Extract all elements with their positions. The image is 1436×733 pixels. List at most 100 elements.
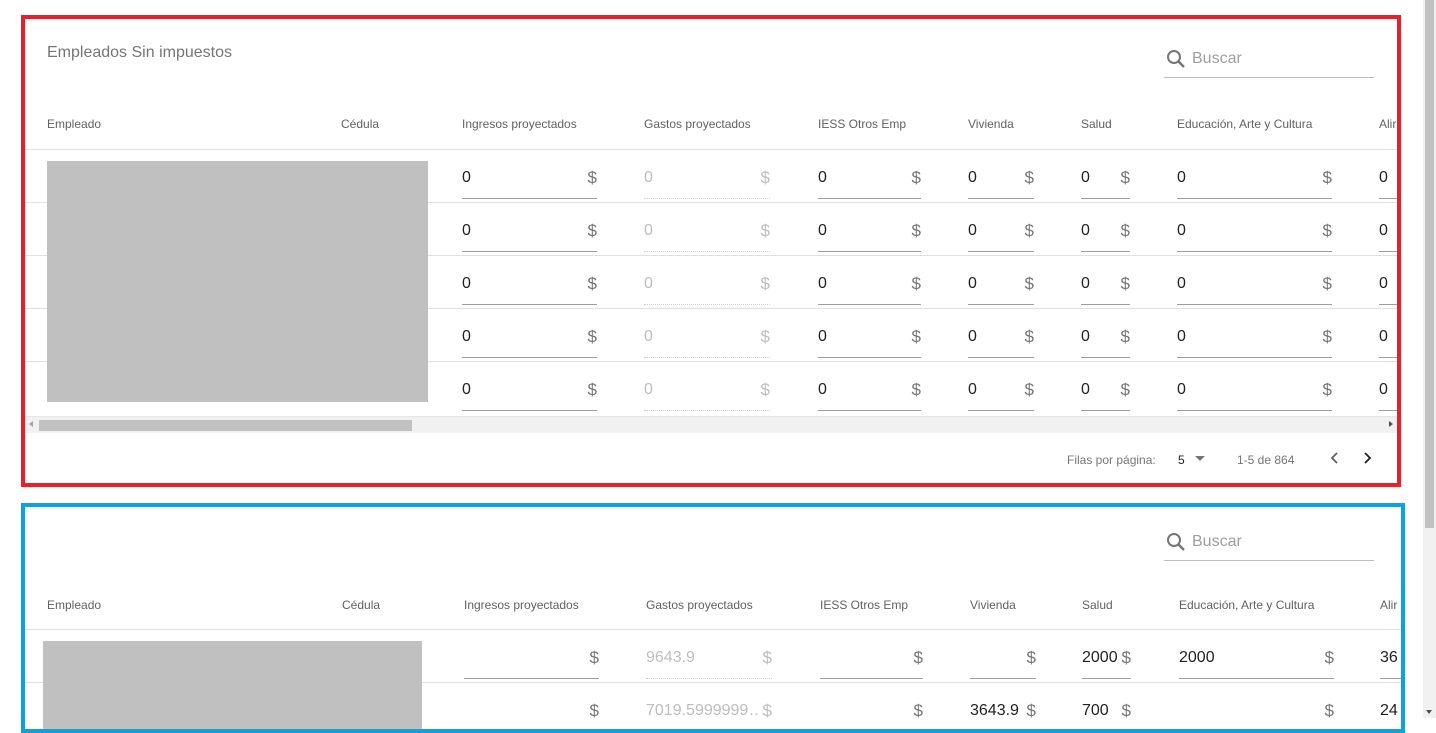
alimentacion-input[interactable]: 36 — [1380, 634, 1401, 679]
salud-input[interactable]: 2000 $ — [1082, 634, 1131, 679]
scroll-right-arrow-icon[interactable] — [1389, 421, 1393, 427]
search-field[interactable]: Buscar — [1164, 524, 1374, 561]
input-value: 0 — [818, 381, 827, 398]
educacion-input[interactable]: $ — [1179, 687, 1334, 729]
alimentacion-input[interactable]: 24 — [1380, 687, 1401, 729]
input-value: 0 — [644, 381, 653, 398]
vivienda-input[interactable]: 3643.9 $ — [970, 687, 1036, 729]
alimentacion-input[interactable]: 0 — [1379, 313, 1397, 358]
scrollbar-thumb[interactable] — [39, 420, 412, 431]
educacion-input[interactable]: 0 $ — [1177, 366, 1332, 411]
col-header-educacion[interactable]: Educación, Arte y Cultura — [1179, 598, 1314, 612]
chevron-left-icon[interactable] — [1327, 450, 1343, 466]
educacion-input[interactable]: 0 $ — [1177, 154, 1332, 199]
iess-input[interactable]: $ — [820, 634, 923, 679]
col-header-salud[interactable]: Salud — [1081, 117, 1112, 131]
salud-input[interactable]: 0 $ — [1081, 313, 1130, 358]
currency-symbol: $ — [1322, 380, 1332, 399]
educacion-input[interactable]: 0 $ — [1177, 207, 1332, 252]
salud-input[interactable]: 700 $ — [1082, 687, 1131, 729]
col-header-cedula[interactable]: Cédula — [342, 598, 380, 612]
salud-input[interactable]: 0 $ — [1081, 154, 1130, 199]
col-header-educacion[interactable]: Educación, Arte y Cultura — [1177, 117, 1312, 131]
currency-symbol: $ — [913, 648, 923, 667]
alimentacion-input[interactable]: 0 — [1379, 207, 1397, 252]
vivienda-input[interactable]: 0 $ — [968, 154, 1034, 199]
vivienda-input[interactable]: 0 $ — [968, 207, 1034, 252]
horizontal-scrollbar[interactable] — [25, 416, 1397, 433]
ingresos-input[interactable]: $ — [464, 634, 599, 679]
vivienda-input[interactable]: $ — [970, 634, 1036, 679]
currency-symbol: $ — [587, 274, 597, 293]
input-value: 0 — [818, 169, 827, 186]
search-input[interactable]: Buscar — [1192, 50, 1242, 68]
col-header-gastos[interactable]: Gastos proyectados — [644, 117, 751, 131]
input-value: 0 — [968, 169, 977, 186]
iess-input[interactable]: $ — [820, 687, 923, 729]
currency-symbol: $ — [1121, 648, 1131, 667]
scrollbar-thumb[interactable] — [1425, 0, 1434, 528]
ingresos-input[interactable]: 0 $ — [462, 154, 597, 199]
currency-symbol: $ — [1026, 648, 1036, 667]
educacion-input[interactable]: 2000 $ — [1179, 634, 1334, 679]
educacion-input[interactable]: 0 $ — [1177, 313, 1332, 358]
col-header-ingresos[interactable]: Ingresos proyectados — [462, 117, 577, 131]
col-header-salud[interactable]: Salud — [1082, 598, 1113, 612]
iess-input[interactable]: 0 $ — [818, 154, 921, 199]
vivienda-input[interactable]: 0 $ — [968, 313, 1034, 358]
alimentacion-input[interactable]: 0 — [1379, 366, 1397, 411]
currency-symbol: $ — [911, 274, 921, 293]
input-value: 0 — [1177, 222, 1186, 239]
input-value: 0 — [1081, 222, 1090, 239]
rows-per-page-value: 5 — [1178, 453, 1185, 467]
alimentacion-input[interactable]: 0 — [1379, 154, 1397, 199]
ingresos-input[interactable]: 0 $ — [462, 207, 597, 252]
employees-table-panel-2: Buscar Empleado Cédula Ingresos proyecta… — [21, 503, 1405, 733]
currency-symbol: $ — [762, 648, 772, 667]
col-header-iess[interactable]: IESS Otros Emp — [818, 117, 906, 131]
currency-symbol: $ — [1322, 221, 1332, 240]
ingresos-input[interactable]: 0 $ — [462, 313, 597, 358]
input-value: 0 — [462, 328, 471, 345]
alimentacion-input[interactable]: 0 — [1379, 260, 1397, 305]
currency-symbol: $ — [1024, 327, 1034, 346]
scroll-down-arrow-icon[interactable] — [1426, 710, 1432, 714]
vivienda-input[interactable]: 0 $ — [968, 366, 1034, 411]
col-header-vivienda[interactable]: Vivienda — [968, 117, 1014, 131]
col-header-alimentacion[interactable]: Alir — [1380, 598, 1397, 612]
ingresos-input[interactable]: 0 $ — [462, 260, 597, 305]
search-field[interactable]: Buscar — [1164, 41, 1374, 78]
iess-input[interactable]: 0 $ — [818, 260, 921, 305]
vivienda-input[interactable]: 0 $ — [968, 260, 1034, 305]
currency-symbol: $ — [1120, 221, 1130, 240]
iess-input[interactable]: 0 $ — [818, 313, 921, 358]
search-icon — [1167, 533, 1185, 551]
chevron-right-icon[interactable] — [1359, 450, 1375, 466]
gastos-input: 0 $ — [644, 260, 770, 305]
col-header-iess[interactable]: IESS Otros Emp — [820, 598, 908, 612]
search-input[interactable]: Buscar — [1192, 533, 1242, 551]
page-vertical-scrollbar[interactable] — [1423, 0, 1436, 718]
currency-symbol: $ — [911, 327, 921, 346]
col-header-alimentacion[interactable]: Alir — [1379, 117, 1396, 131]
ingresos-input[interactable]: $ — [464, 687, 599, 729]
salud-input[interactable]: 0 $ — [1081, 260, 1130, 305]
currency-symbol: $ — [911, 380, 921, 399]
col-header-cedula[interactable]: Cédula — [341, 117, 379, 131]
iess-input[interactable]: 0 $ — [818, 207, 921, 252]
redacted-employee-info — [47, 161, 428, 402]
iess-input[interactable]: 0 $ — [818, 366, 921, 411]
input-value: 2000 — [1082, 649, 1118, 666]
rows-per-page-select[interactable]: 5 — [1178, 453, 1206, 467]
salud-input[interactable]: 0 $ — [1081, 366, 1130, 411]
educacion-input[interactable]: 0 $ — [1177, 260, 1332, 305]
col-header-empleado[interactable]: Empleado — [47, 117, 101, 131]
col-header-vivienda[interactable]: Vivienda — [970, 598, 1016, 612]
salud-input[interactable]: 0 $ — [1081, 207, 1130, 252]
currency-symbol: $ — [760, 168, 770, 187]
ingresos-input[interactable]: 0 $ — [462, 366, 597, 411]
col-header-empleado[interactable]: Empleado — [47, 598, 101, 612]
scroll-left-arrow-icon[interactable] — [29, 421, 33, 427]
col-header-ingresos[interactable]: Ingresos proyectados — [464, 598, 579, 612]
col-header-gastos[interactable]: Gastos proyectados — [646, 598, 753, 612]
